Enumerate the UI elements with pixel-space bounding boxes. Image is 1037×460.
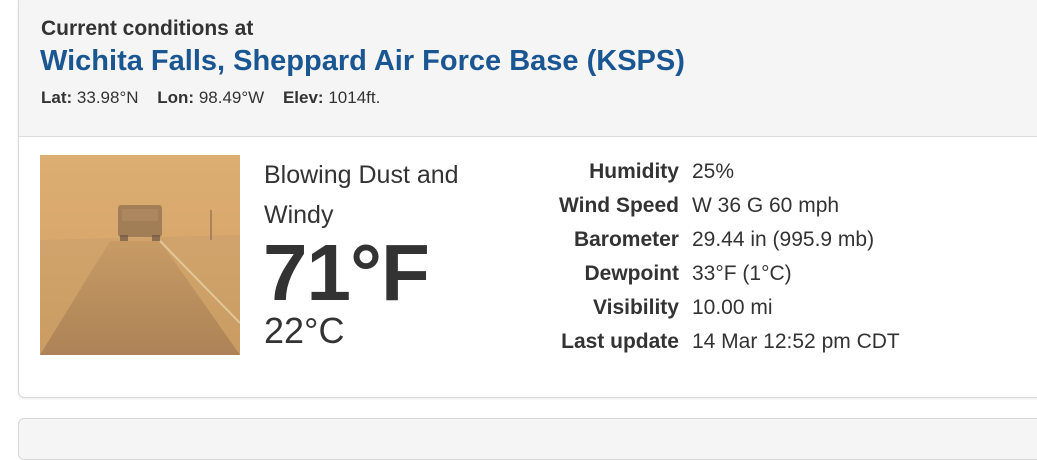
current-conditions-panel: Current conditions at Wichita Falls, She… — [18, 0, 1037, 398]
station-name-link[interactable]: Wichita Falls, Sheppard Air Force Base (… — [40, 45, 685, 78]
elev-value: 1014ft. — [328, 88, 381, 107]
temperature-fahrenheit: 71°F — [263, 228, 430, 317]
lon-value: 98.49°W — [198, 88, 265, 107]
barometer-label: Barometer — [573, 228, 679, 251]
lon-label: Lon: — [157, 88, 195, 107]
table-row: Visibility 10.00 mi — [559, 291, 900, 325]
table-row: Barometer 29.44 in (995.9 mb) — [559, 223, 900, 257]
lat-label: Lat: — [41, 88, 73, 107]
dewpoint-value: 33°F (1°C) — [691, 262, 792, 285]
current-conditions-heading: Current conditions at — [41, 17, 254, 40]
condition-summary: Blowing Dust and Windy — [264, 161, 459, 229]
wind-speed-label: Wind Speed — [559, 194, 679, 217]
visibility-value: 10.00 mi — [691, 296, 773, 319]
last-update-value: 14 Mar 12:52 pm CDT — [691, 330, 900, 353]
barometer-value: 29.44 in (995.9 mb) — [691, 228, 875, 251]
wind-speed-value: W 36 G 60 mph — [691, 194, 840, 217]
panel-header: Current conditions at Wichita Falls, She… — [19, 0, 1037, 137]
next-panel — [18, 418, 1037, 460]
last-update-label: Last update — [561, 330, 679, 353]
temperature-celsius: 22°C — [264, 310, 345, 351]
humidity-value: 25% — [691, 160, 735, 183]
conditions-details-table: Humidity 25% Wind Speed W 36 G 60 mph Ba… — [559, 155, 900, 359]
table-row: Dewpoint 33°F (1°C) — [559, 257, 900, 291]
table-row: Humidity 25% — [559, 155, 900, 189]
elev-label: Elev: — [282, 88, 324, 107]
dewpoint-label: Dewpoint — [584, 262, 679, 285]
lat-value: 33.98°N — [76, 88, 139, 107]
table-row: Last update 14 Mar 12:52 pm CDT — [559, 325, 900, 359]
blowing-dust-photo — [40, 155, 240, 355]
humidity-label: Humidity — [589, 160, 679, 183]
visibility-label: Visibility — [593, 296, 679, 319]
table-row: Wind Speed W 36 G 60 mph — [559, 189, 900, 223]
station-coordinates: Lat: 33.98°N Lon: 98.49°W Elev: 1014ft. — [41, 88, 380, 108]
